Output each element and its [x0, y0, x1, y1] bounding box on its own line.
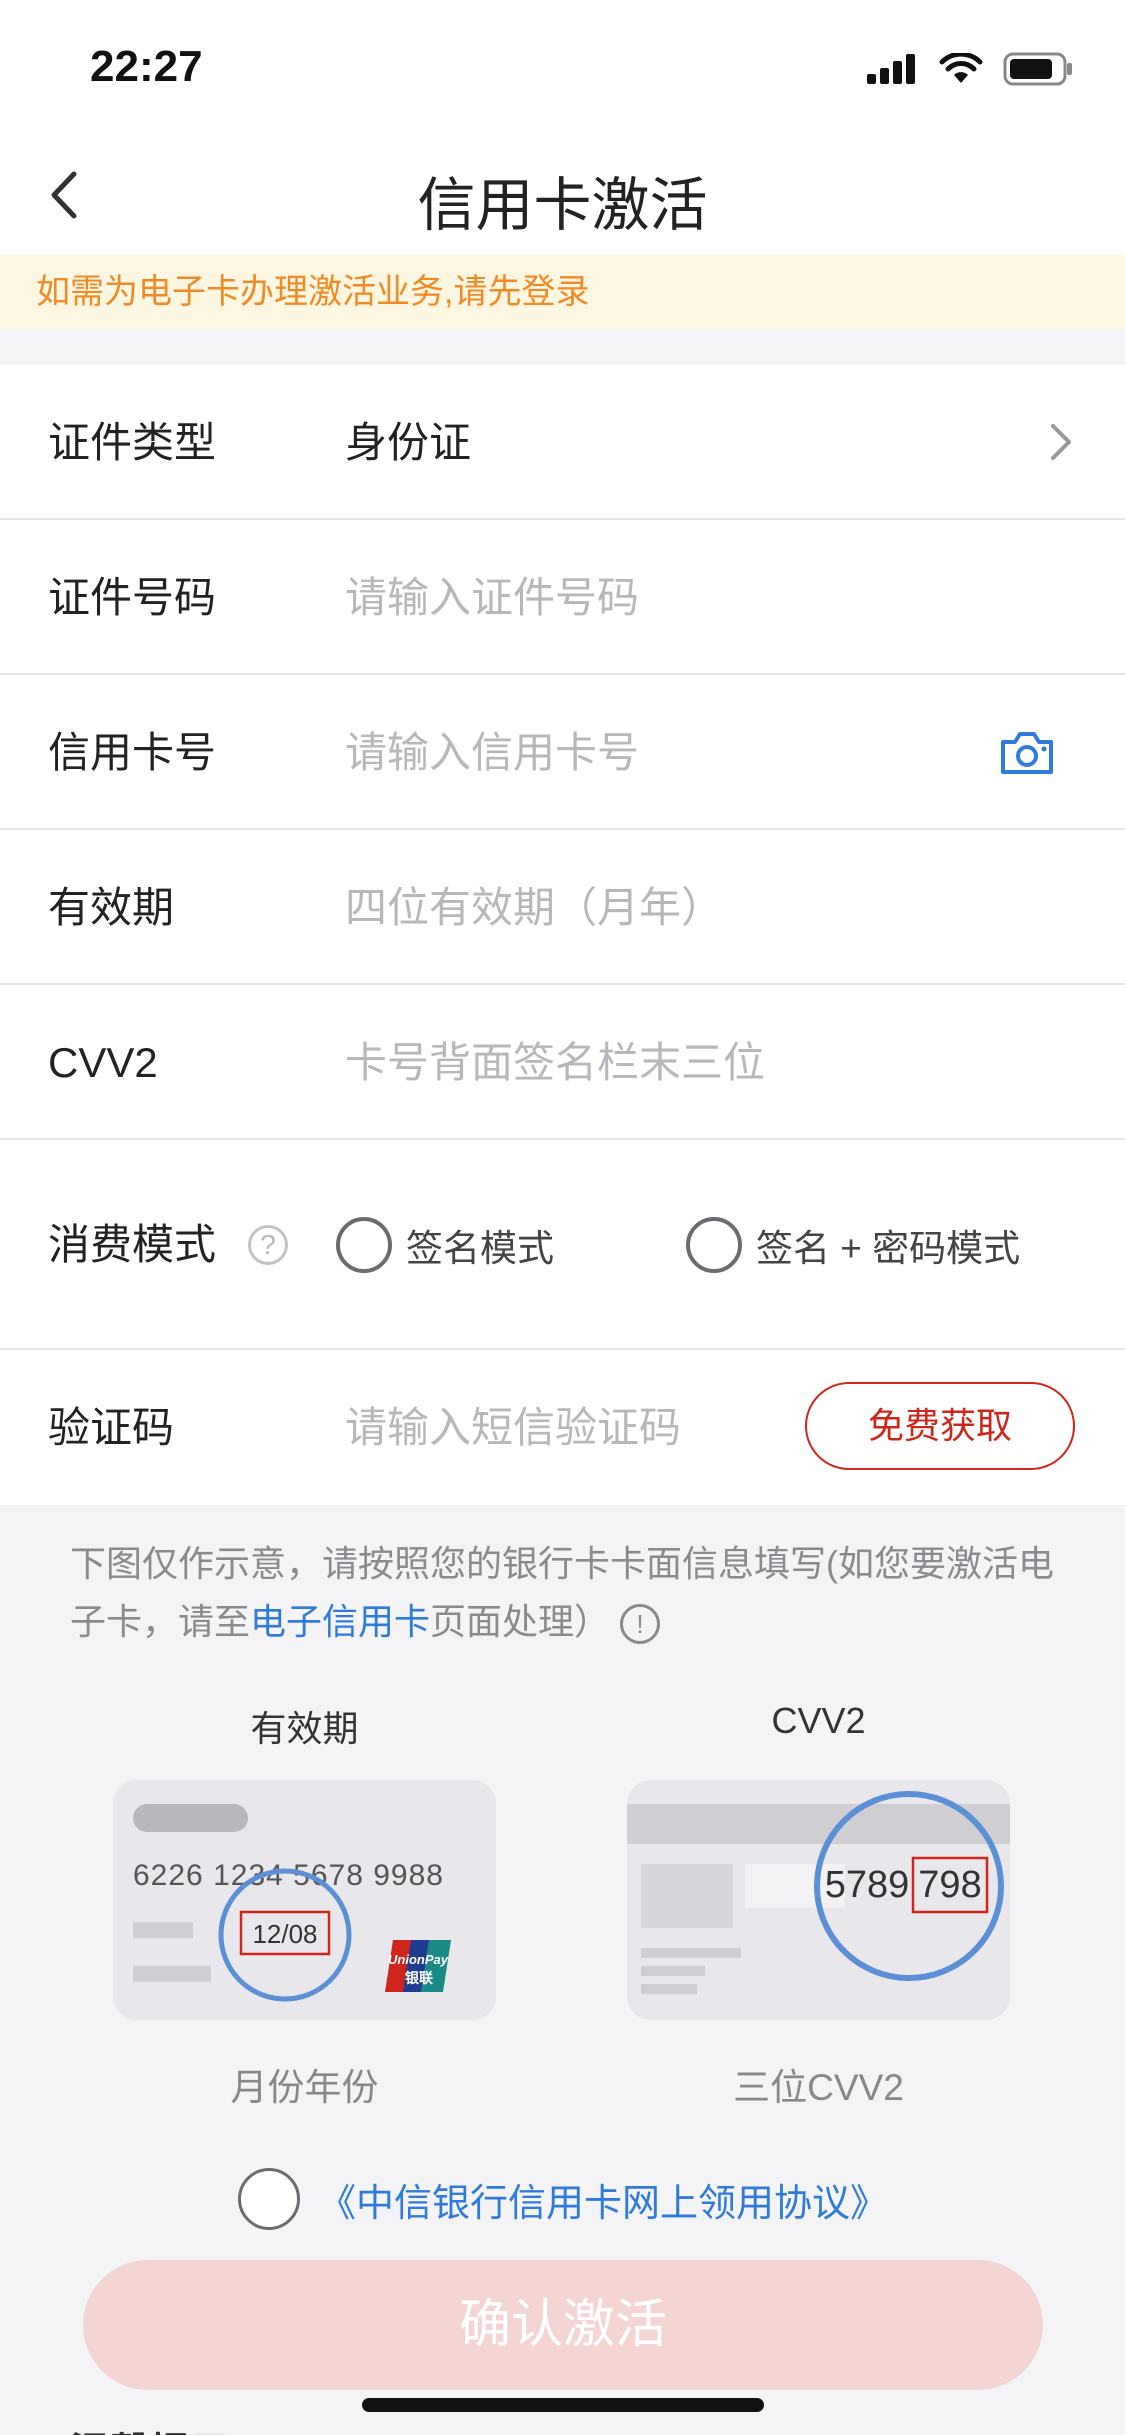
id-type-row[interactable]: 证件类型 身份证	[0, 365, 1125, 520]
card-front-art: 6226 1234 5678 9988 12/08 UnionPay 银联	[133, 1804, 451, 2002]
id-number-label: 证件号码	[48, 574, 217, 621]
signal-icon	[867, 54, 915, 84]
mode-option-signature-password[interactable]: 签名 + 密码模式	[686, 1140, 1020, 1350]
front-card-caption: 月份年份	[230, 2067, 379, 2108]
wifi-icon	[939, 53, 983, 83]
card-front-illustration: 6226 1234 5678 9988 12/08 UnionPay 银联	[113, 1780, 496, 2020]
confirm-activate-button[interactable]: 确认激活	[83, 2260, 1043, 2390]
agreement-link[interactable]: 《中信银行信用卡网上领用协议》	[318, 2172, 888, 2227]
card-number-row: 信用卡号 请输入信用卡号	[0, 675, 1125, 830]
status-icons	[867, 52, 1073, 86]
card-hint: 下图仅作示意，请按照您的银行卡卡面信息填写(如您要激活电子卡，请至电子信用卡页面…	[70, 1535, 1070, 1651]
card-back-illustration: 5789 798	[627, 1780, 1010, 2020]
help-icon[interactable]: ?	[248, 1225, 288, 1265]
back-card-title: CVV2	[771, 1700, 866, 1741]
card-back-cvv: 798	[918, 1864, 981, 1906]
back-card-caption: 三位CVV2	[733, 2067, 904, 2108]
card-number-label: 信用卡号	[48, 729, 217, 776]
card-front-expiry: 12/08	[252, 1919, 317, 1949]
expiry-input[interactable]: 四位有效期（月年）	[345, 830, 723, 985]
card-back-cvv-prefix: 5789	[825, 1864, 910, 1906]
id-type-label: 证件类型	[48, 419, 217, 466]
nav-bar: 信用卡激活	[0, 130, 1125, 255]
mode-option-signature[interactable]: 签名模式	[336, 1140, 554, 1350]
id-type-value[interactable]: 身份证	[345, 365, 471, 520]
info-icon[interactable]: !	[620, 1604, 661, 1645]
activation-form: 证件类型 身份证 证件号码 请输入证件号码 信用卡号 请输入信用卡号 有效期 四…	[0, 365, 1125, 1505]
consumption-mode-row: 消费模式 ? 签名模式 签名 + 密码模式	[0, 1140, 1125, 1350]
expiry-label: 有效期	[48, 884, 175, 931]
id-number-row: 证件号码 请输入证件号码	[0, 520, 1125, 675]
camera-icon[interactable]	[999, 728, 1055, 776]
svg-text:银联: 银联	[405, 1970, 434, 1987]
get-sms-code-button[interactable]: 免费获取	[805, 1382, 1075, 1470]
status-bar: 22:27	[0, 0, 1125, 130]
sms-code-label: 验证码	[48, 1404, 175, 1451]
hint-text-end: 页面处理）	[430, 1601, 611, 1642]
mode-signature-password-label: 签名 + 密码模式	[756, 1228, 1021, 1269]
card-number-input[interactable]: 请输入信用卡号	[345, 675, 639, 830]
card-back-art: 5789 798	[627, 1791, 1010, 1994]
cvv-row: CVV2 卡号背面签名栏末三位	[0, 985, 1125, 1140]
page-title: 信用卡激活	[417, 173, 708, 238]
cvv-label: CVV2	[48, 1039, 158, 1086]
unionpay-logo: UnionPay 银联	[385, 1940, 451, 1992]
e-credit-card-link[interactable]: 电子信用卡	[250, 1601, 430, 1642]
front-card-title: 有效期	[250, 1708, 359, 1749]
login-notice: 如需为电子卡办理激活业务,请先登录	[0, 255, 1125, 329]
battery-icon	[1003, 52, 1072, 86]
status-time: 22:27	[90, 42, 203, 91]
chevron-right-icon[interactable]	[1041, 422, 1081, 462]
svg-text:UnionPay: UnionPay	[388, 1952, 449, 1967]
mode-signature-password-radio[interactable]	[686, 1217, 742, 1273]
warm-tip-heading: 温馨提示	[70, 2420, 230, 2435]
mode-signature-radio[interactable]	[336, 1217, 392, 1273]
card-front-number: 6226 1234 5678 9988	[133, 1859, 444, 1892]
mode-signature-label: 签名模式	[406, 1228, 554, 1269]
sms-code-row: 验证码 请输入短信验证码 免费获取	[0, 1350, 1125, 1505]
home-indicator	[362, 2398, 764, 2412]
agreement-checkbox[interactable]	[238, 2168, 300, 2230]
sms-code-input[interactable]: 请输入短信验证码	[345, 1350, 681, 1505]
cvv-input[interactable]: 卡号背面签名栏末三位	[345, 985, 765, 1140]
id-number-input[interactable]: 请输入证件号码	[345, 520, 639, 675]
expiry-row: 有效期 四位有效期（月年）	[0, 830, 1125, 985]
consumption-mode-label: 消费模式	[48, 1221, 217, 1268]
